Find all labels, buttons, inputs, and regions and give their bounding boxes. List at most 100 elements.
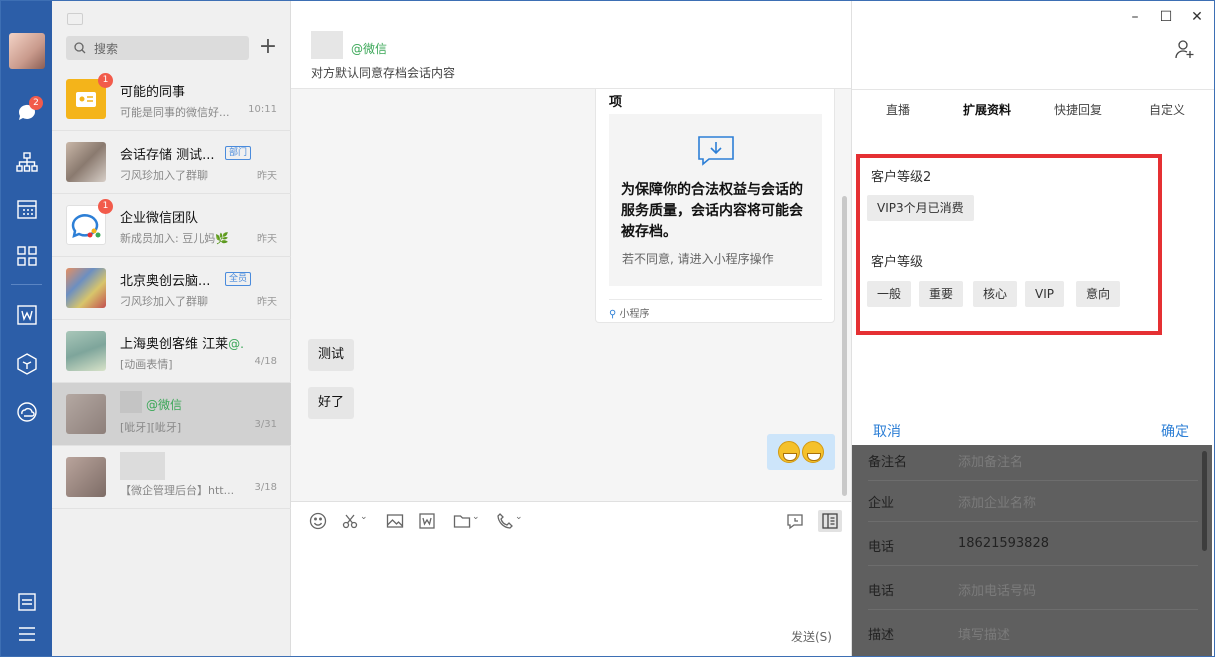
detail-row[interactable]: 电话 18621593828 [868,522,1198,566]
detail-value: 添加电话号码 [958,584,1037,599]
send-button[interactable]: 发送(S) [791,628,832,645]
conversation-item[interactable]: 会话存储 测试... 部门 刁风珍加入了群聊 昨天 [52,131,291,194]
apps-grid-icon[interactable] [16,245,38,267]
my-avatar[interactable] [9,33,45,69]
contact-avatar [66,457,106,497]
image-icon[interactable] [386,512,406,532]
compose-area[interactable]: ⌄ ⌄ ⌄ 发送(S) [291,501,851,656]
emoji-icon[interactable] [309,512,329,532]
panel-divider [852,89,1214,90]
doc-icon[interactable] [16,304,38,326]
level-chip[interactable]: 意向 [1076,281,1121,307]
detail-key: 企业 [868,496,895,511]
group-title: 客户等级2 [871,170,932,185]
detail-value: 添加备注名 [958,455,1024,470]
phone-icon[interactable]: ⌄ [496,512,526,532]
detail-row[interactable]: 备注名 添加备注名 [868,437,1198,481]
conversation-item[interactable]: 1 可能的同事 可能是同事的微信好... 10:11 [52,68,291,131]
org-chart-icon[interactable] [16,151,38,173]
conversation-item[interactable]: 【微企管理后台】htt... 3/18 [52,446,291,509]
conversation-item[interactable]: 1 企业微信团队 新成员加入: 豆儿妈🌿 昨天 [52,194,291,257]
group-avatar [66,268,106,308]
conversation-item[interactable]: 上海奥创客维 江莱@... [动画表情] 4/18 [52,320,291,383]
archive-notice: 对方默认同意存档会话内容 [311,66,456,80]
hexagon-icon[interactable] [16,353,38,375]
chat-header: @微信 对方默认同意存档会话内容 [291,1,851,89]
detail-row[interactable]: 描述 填写描述 [868,610,1198,654]
detail-key: 电话 [868,584,895,599]
level-chip[interactable]: VIP [1025,281,1064,307]
conversation-time: 10:11 [248,104,277,115]
tab-extended-info[interactable]: 扩展资料 [963,101,1011,118]
conversation-preview: 可能是同事的微信好... [120,106,230,119]
cloud-drive-icon[interactable] [16,401,38,423]
doc-file-icon[interactable] [418,512,438,532]
detail-row[interactable]: 电话 添加电话号码 [868,566,1198,610]
chat-panel: @微信 对方默认同意存档会话内容 项 为保障你的合法权益与会话的服务质量，会话内… [291,1,851,656]
card-footer: ⚲ 小程序 [609,299,822,320]
level-chip[interactable]: 一般 [867,281,912,307]
grin-emoji-icon [802,441,824,463]
chat-badge: 2 [29,96,43,110]
level-chip[interactable]: 核心 [973,281,1018,307]
menu-icon[interactable] [16,623,38,645]
conversation-preview: 刁风珍加入了群聊 [120,169,208,182]
level-chip[interactable]: 重要 [919,281,964,307]
nav-divider [11,284,42,285]
customer-profile-panel: – ☐ ✕ 直播 扩展资料 快捷回复 自定义 客户等级2 VIP3个月已消费 客… [851,1,1214,656]
detail-key: 描述 [868,628,895,643]
chat-history-icon[interactable] [786,512,806,532]
tab-live[interactable]: 直播 [886,101,910,118]
unread-badge: 1 [98,199,113,214]
maximize-icon[interactable]: ☐ [1158,9,1174,25]
title-suffix: @微信 [146,398,183,412]
detail-value: 18621593828 [958,536,1049,551]
tab-quick-reply[interactable]: 快捷回复 [1054,101,1102,118]
window-tab-icon [67,13,83,25]
card-headline: 为保障你的合法权益与会话的服务质量，会话内容将可能会被存档。 [621,182,803,240]
minimize-icon[interactable]: – [1127,9,1143,25]
folder-icon[interactable]: ⌄ [453,512,483,532]
conversation-preview: 【微企管理后台】htt... [120,484,235,497]
conversation-preview: 刁风珍加入了群聊 [120,295,208,308]
tab-custom[interactable]: 自定义 [1149,101,1185,118]
close-icon[interactable]: ✕ [1189,9,1205,25]
mini-program-card[interactable]: 项 为保障你的合法权益与会话的服务质量，会话内容将可能会被存档。 若不同意, 请… [595,89,835,323]
conversation-title: @微信 [146,396,182,413]
details-scrollbar[interactable] [1202,451,1207,551]
download-message-icon [698,136,734,166]
conversation-item-selected[interactable]: @微信 [呲牙][呲牙] 3/31 [52,383,291,446]
chat-scrollbar[interactable] [842,196,847,496]
conversation-preview: 新成员加入: 豆儿妈🌿 [120,232,229,245]
message-bubble: 好了 [308,387,355,419]
calendar-icon[interactable] [16,198,38,220]
settings-list-icon[interactable] [16,591,38,613]
card-note: 若不同意, 请进入小程序操作 [622,252,774,266]
department-tag: 部门 [225,146,252,160]
scissors-icon[interactable]: ⌄ [341,512,371,532]
level-chip[interactable]: VIP3个月已消费 [867,195,974,221]
contact-name: @微信 [351,42,388,56]
dimmed-profile-details: 备注名 添加备注名 企业 添加企业名称 电话 18621593828 电话 添加… [852,445,1212,656]
conversation-list: 搜索 + 1 可能的同事 可能是同事的微信好... 10:11 会话存储 测试.… [52,1,291,656]
sidebar-toggle-icon[interactable] [818,510,842,532]
conversation-title: 上海奥创客维 江莱@... [120,333,245,352]
add-user-icon[interactable] [1174,39,1196,61]
search-input[interactable]: 搜索 [66,36,249,60]
app-window: 2 搜索 + 1 可能的同事 可能是同事的微信好... 10:11 会话存储 测… [0,0,1215,657]
contact-avatar [66,331,106,371]
detail-row[interactable]: 企业 添加企业名称 [868,478,1198,522]
search-placeholder: 搜索 [94,41,119,56]
group-title: 客户等级 [871,255,924,270]
add-button[interactable]: + [256,36,280,60]
card-body: 为保障你的合法权益与会话的服务质量，会话内容将可能会被存档。 若不同意, 请进入… [609,114,822,286]
search-icon [74,42,86,54]
detail-value: 添加企业名称 [958,496,1037,511]
conversation-preview: [动画表情] [120,358,173,371]
conversation-title: 企业微信团队 [120,211,199,226]
contact-header-avatar [311,31,343,59]
card-top-text: 项 [609,95,623,110]
conversation-title: 可能的同事 [120,85,186,100]
conversation-item[interactable]: 北京奥创云脑... 全员 刁风珍加入了群聊 昨天 [52,257,291,320]
conversation-time: 昨天 [257,297,277,308]
